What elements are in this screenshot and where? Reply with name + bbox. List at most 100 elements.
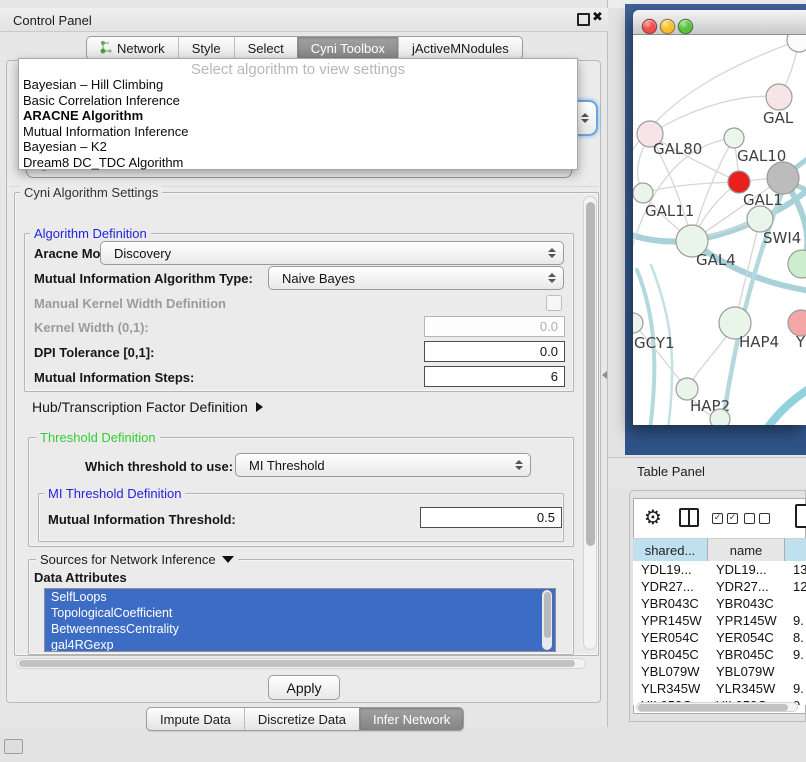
table-cell: 12 (785, 578, 806, 595)
collapsed-arrow-icon[interactable] (256, 402, 263, 412)
sources-title-label: Sources for Network Inference (40, 552, 216, 567)
algorithm-option-basic-correlation-inference[interactable]: Basic Correlation Inference (19, 93, 577, 109)
table-cell: YLR345W (708, 680, 785, 697)
network-node-gal10[interactable] (724, 128, 744, 148)
settings-vertical-scrollbar[interactable] (583, 196, 597, 650)
table-cell: YER054C (708, 629, 785, 646)
float-window-icon[interactable] (577, 13, 590, 26)
which-threshold-value: MI Threshold (249, 458, 325, 473)
tab-impute-data[interactable]: Impute Data (147, 708, 244, 730)
network-node-gal11[interactable] (633, 183, 653, 203)
algorithm-option-mutual-information-inference[interactable]: Mutual Information Inference (19, 124, 577, 140)
column-header-shared[interactable]: shared... (633, 538, 708, 561)
deselect-all-checkboxes-icon[interactable] (744, 513, 770, 524)
expanded-arrow-icon[interactable] (222, 556, 234, 563)
export-table-icon[interactable] (795, 504, 806, 528)
table-row[interactable]: YDL19...YDL19...13 (633, 561, 806, 578)
tab-label: Select (248, 41, 284, 56)
combobox-spinner-icon (581, 113, 589, 123)
node-label-gal80: GAL80 (653, 140, 702, 158)
tab-select[interactable]: Select (234, 37, 297, 59)
network-graph[interactable]: GALGAL80GAL10GAL1SWI4GAL11GAL4GCY1HAP4YH… (633, 35, 806, 425)
tab-label: jActiveMNodules (412, 41, 509, 56)
node-label-gcy1: GCY1 (634, 334, 675, 352)
network-node[interactable] (787, 35, 806, 52)
close-panel-icon[interactable]: ✖ (592, 10, 603, 25)
column-layout-icon[interactable] (679, 508, 699, 527)
mi-steps-input[interactable] (424, 366, 565, 387)
checked-box-icon (712, 513, 723, 524)
table-cell: 9. (785, 612, 806, 629)
network-node-gal1[interactable] (728, 171, 750, 193)
attribute-item-gal4rgexp[interactable]: gal4RGexp (45, 637, 555, 652)
tab-infer-network[interactable]: Infer Network (359, 708, 463, 730)
table-row[interactable]: YDR27...YDR27...12 (633, 578, 806, 595)
close-button[interactable] (642, 19, 657, 34)
tab-cyni-toolbox[interactable]: Cyni Toolbox (297, 37, 398, 59)
kernel-width-input[interactable] (424, 316, 565, 337)
aracne-mode-combobox[interactable]: Discovery (100, 241, 564, 265)
which-threshold-combobox[interactable]: MI Threshold (235, 453, 531, 477)
manual-kernel-width-checkbox[interactable] (546, 295, 562, 311)
table-cell: YPR145W (633, 612, 708, 629)
network-node[interactable] (710, 409, 730, 425)
tab-network[interactable]: Network (87, 37, 178, 59)
algorithm-option-bayesian-hill-climbing[interactable]: Bayesian – Hill Climbing (19, 77, 577, 93)
attribute-item-betweennesscentrality[interactable]: BetweennessCentrality (45, 621, 555, 637)
tab-discretize-data[interactable]: Discretize Data (244, 708, 359, 730)
hub-factor-section[interactable]: Hub/Transcription Factor Definition (32, 399, 263, 415)
algorithm-option-aracne-algorithm[interactable]: ARACNE Algorithm (19, 108, 577, 124)
network-node[interactable] (767, 162, 799, 194)
zoom-button[interactable] (678, 19, 693, 34)
which-threshold-label: Which threshold to use: (85, 459, 233, 474)
column-header-a[interactable]: A (785, 538, 806, 561)
node-label-swi4: SWI4 (763, 229, 801, 247)
node-label-y: Y (795, 333, 806, 351)
column-header-name[interactable]: name (708, 538, 785, 561)
combobox-spinner-icon (548, 273, 556, 283)
hub-factor-label: Hub/Transcription Factor Definition (32, 399, 248, 415)
combobox-spinner-icon (548, 248, 556, 258)
network-node-gcy1[interactable] (633, 313, 643, 333)
panel-grip[interactable] (4, 739, 23, 754)
network-view-window[interactable]: GALGAL80GAL10GAL1SWI4GAL11GAL4GCY1HAP4YH… (633, 10, 806, 425)
network-node-gal[interactable] (766, 84, 792, 110)
select-all-checkboxes-icon[interactable] (712, 513, 738, 524)
table-row[interactable]: YBR045CYBR045C9. (633, 646, 806, 663)
table-row[interactable]: YBR043CYBR043C (633, 595, 806, 612)
mi-threshold-input[interactable] (420, 507, 562, 528)
attribute-item-selfloops[interactable]: SelfLoops (45, 589, 555, 605)
data-attributes-list[interactable]: SelfLoopsTopologicalCoefficientBetweenne… (44, 588, 556, 652)
split-pane-collapse-icon[interactable] (602, 371, 607, 379)
table-row[interactable]: YLR345WYLR345W9. (633, 680, 806, 697)
network-nodes[interactable]: GALGAL80GAL10GAL1SWI4GAL11GAL4GCY1HAP4YH… (633, 35, 806, 425)
table-row[interactable]: YBL079WYBL079W (633, 663, 806, 680)
attribute-item-topologicalcoefficient[interactable]: TopologicalCoefficient (45, 605, 555, 621)
table-panel-title: Table Panel (637, 464, 705, 479)
settings-horizontal-scrollbar-thumb[interactable] (19, 660, 575, 667)
tab-style[interactable]: Style (178, 37, 234, 59)
algorithm-option-bayesian-k2[interactable]: Bayesian – K2 (19, 139, 577, 155)
algorithm-option-dream8-dc-tdc-algorithm[interactable]: Dream8 DC_TDC Algorithm (19, 155, 577, 171)
mi-algorithm-type-combobox[interactable]: Naive Bayes (268, 266, 564, 290)
minimize-button[interactable] (660, 19, 675, 34)
settings-vertical-scrollbar-thumb[interactable] (586, 202, 595, 546)
dpi-tolerance-label: DPI Tolerance [0,1]: (34, 345, 154, 360)
settings-horizontal-scrollbar[interactable] (16, 658, 586, 669)
network-node[interactable] (788, 250, 806, 278)
network-window-titlebar[interactable] (633, 10, 806, 35)
sources-title[interactable]: Sources for Network Inference (36, 552, 238, 567)
apply-button[interactable]: Apply (268, 675, 340, 700)
table-horizontal-scrollbar-thumb[interactable] (638, 704, 788, 711)
dpi-tolerance-input[interactable] (424, 341, 565, 362)
network-canvas[interactable]: GALGAL80GAL10GAL1SWI4GAL11GAL4GCY1HAP4YH… (633, 35, 806, 425)
table-row[interactable]: YPR145WYPR145W9. (633, 612, 806, 629)
table-cell: YBR043C (708, 595, 785, 612)
table-cell: YBL079W (708, 663, 785, 680)
settings-gear-icon[interactable]: ⚙ (644, 505, 662, 529)
tab-jactivemnodules[interactable]: jActiveMNodules (398, 37, 522, 59)
mi-steps-label: Mutual Information Steps: (34, 370, 194, 385)
attributes-scrollbar-thumb[interactable] (544, 592, 551, 638)
table-row[interactable]: YER054CYER054C8. (633, 629, 806, 646)
table-cell: YDL19... (708, 561, 785, 578)
